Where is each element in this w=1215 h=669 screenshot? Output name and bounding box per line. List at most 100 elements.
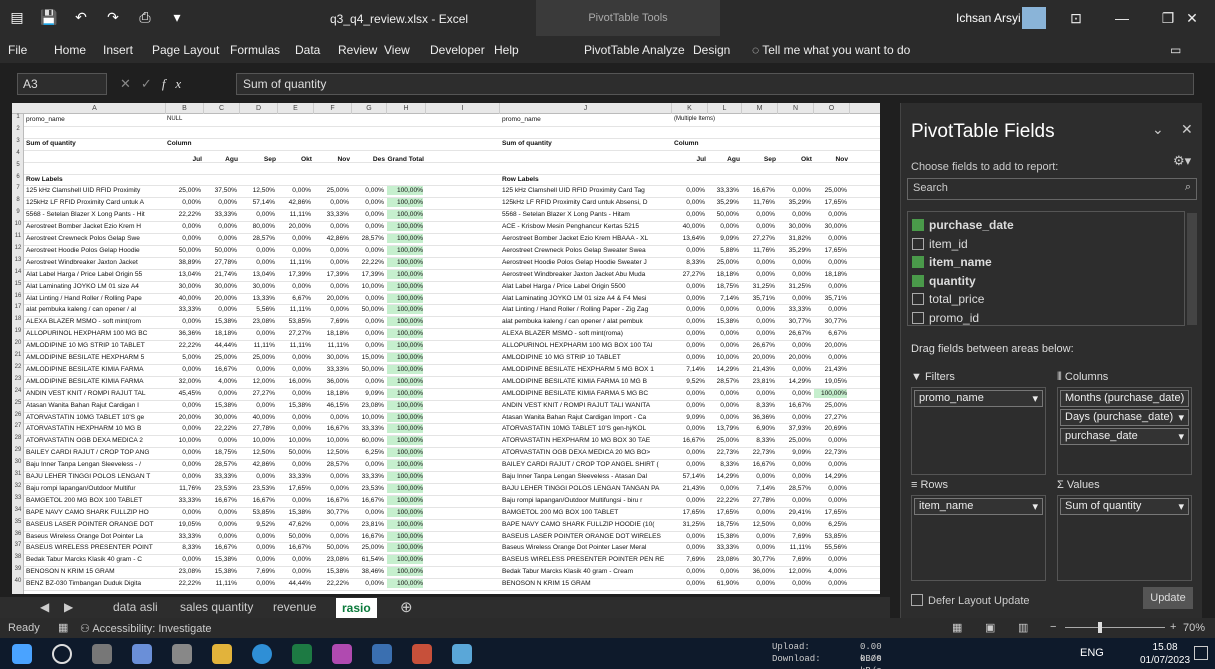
pivot-value-cell[interactable]: 0,00%	[166, 460, 201, 469]
pivot-value-cell[interactable]: 25,00%	[778, 436, 811, 445]
pivot-value-cell[interactable]: 50,00%	[166, 246, 201, 255]
pivot-value-cell[interactable]: 33,33%	[278, 472, 311, 481]
function-icon[interactable]: fx	[162, 76, 191, 91]
pivot-value-cell[interactable]: 28,57%	[204, 460, 237, 469]
pivot-value-cell[interactable]: 8,33%	[708, 460, 739, 469]
pivot-row-label[interactable]: BENZ BZ-030 Timbangan Duduk Digita	[26, 579, 166, 588]
prev-sheet-icon[interactable]: ◀	[40, 600, 49, 614]
excel-taskbar-icon[interactable]	[292, 644, 312, 664]
pivot-row-label[interactable]: Aerostreet Bomber Jacket Ezio Krem HBAAA…	[502, 234, 672, 243]
pivot-value-cell[interactable]: 0,00%	[240, 401, 275, 410]
pivot-value-cell[interactable]: 0,00%	[314, 413, 349, 422]
pivot-value-cell[interactable]: 100,00%	[387, 317, 423, 327]
pivot-value-cell[interactable]: 16,00%	[278, 377, 311, 386]
pivot-value-cell[interactable]: 0,00%	[814, 353, 847, 362]
pivot-value-cell[interactable]: 0,00%	[314, 520, 349, 529]
worksheet-grid[interactable]: ABCDEFGHIJKLMNO 1 2 3 4 5 6 7 8 9 10 11 12 13 14 15 16 1…	[12, 103, 880, 594]
pivot-row-label[interactable]: BAILEY CARDI RAJUT / CROP TOP ANG	[26, 448, 166, 457]
pivot-row-label[interactable]: AMLODIPINE 10 MG STRIP 10 TABLET	[502, 353, 672, 362]
pivot-value-cell[interactable]: 0,00%	[778, 472, 811, 481]
pivot-month-header[interactable]: Sep	[240, 155, 276, 164]
pivot-value-cell[interactable]: 8,33%	[166, 543, 201, 552]
pivot-value-cell[interactable]: 15,38%	[204, 567, 237, 576]
pivot-row-label[interactable]: 125 kHz Clamshell UID RFID Proximity Car…	[502, 186, 672, 195]
pivot-row-label[interactable]: Alat Laminating JOYKO LM 01 size A4 & F4…	[502, 294, 672, 303]
pivot-value-cell[interactable]: 17,65%	[672, 508, 705, 517]
pivot-row-label[interactable]: Alat Linting / Hand Roller / Rolling Pap…	[26, 294, 166, 303]
pivot-row-label[interactable]: ATORVASTATIN OGB DEXA MEDICA 2	[26, 436, 166, 445]
column-header-f[interactable]: F	[314, 103, 352, 114]
pivot-value-cell[interactable]: 100,00%	[387, 305, 423, 315]
pivot-value-cell[interactable]: 35,29%	[708, 198, 739, 207]
row-header[interactable]: 5	[12, 162, 24, 168]
pivot-row-label[interactable]: Alat Label Harga / Price Label Origin 55…	[502, 282, 672, 291]
pivot-value-cell[interactable]: 0,00%	[314, 198, 349, 207]
field-chip-values[interactable]: Sum of quantity ▾	[1060, 498, 1189, 515]
pivot-value-cell[interactable]: 0,00%	[278, 365, 311, 374]
language-indicator[interactable]: ENG	[1080, 647, 1104, 659]
pivot-value-cell[interactable]: 37,93%	[778, 424, 811, 433]
field-list-scrollbar[interactable]	[1187, 213, 1197, 325]
pivot-value-cell[interactable]: 0,00%	[742, 579, 775, 588]
close-icon[interactable]: ✕	[1169, 0, 1215, 36]
pivot-value-cell[interactable]: 0,00%	[672, 532, 705, 541]
pivot-row-label[interactable]: BAMGETOL 200 MG BOX 100 TABLET	[502, 508, 672, 517]
pivot-value-cell[interactable]: 0,00%	[778, 270, 811, 279]
pivot-value-cell[interactable]: 0,00%	[742, 222, 775, 231]
pivot-value-cell[interactable]: 7,69%	[672, 555, 705, 564]
pivot-value-cell[interactable]: 17,65%	[814, 508, 847, 517]
pivot-value-cell[interactable]: 10,00%	[314, 436, 349, 445]
pivot-row-label[interactable]: ALLOPURINOL HEXPHARM 100 MG BC	[26, 329, 166, 338]
pivot-value-cell[interactable]: 8,33%	[742, 436, 775, 445]
pivot-value-cell[interactable]: 100,00%	[387, 234, 423, 243]
pivot-value-cell[interactable]: 7,14%	[672, 365, 705, 374]
pivot-value-cell[interactable]: 30,00%	[204, 413, 237, 422]
minimize-icon[interactable]: —	[1099, 0, 1145, 36]
pivot-value-cell[interactable]: 57,14%	[672, 472, 705, 481]
pivot-value-cell[interactable]: 40,00%	[240, 413, 275, 422]
pivot-month-header[interactable]: Grand Total	[387, 155, 424, 164]
column-header-n[interactable]: N	[778, 103, 814, 114]
pivot-value-cell[interactable]: 21,74%	[204, 270, 237, 279]
pivot-value-cell[interactable]: 100,00%	[387, 424, 423, 434]
pivot-value-cell[interactable]: 13,33%	[240, 294, 275, 303]
row-header[interactable]: 40	[12, 578, 24, 584]
pivot-value-cell[interactable]: 33,33%	[166, 496, 201, 505]
pivot-column-labels[interactable]: Column	[167, 139, 203, 148]
row-header[interactable]: 25	[12, 400, 24, 406]
pivot-value-cell[interactable]: 0,00%	[814, 305, 847, 314]
pivot-value-cell[interactable]: 33,33%	[352, 424, 384, 433]
pivot-row-label[interactable]: BAJU LEHER TINGGI POLOS LENGAN TANGAN PA	[502, 484, 672, 493]
pivot-value-cell[interactable]: 20,00%	[166, 413, 201, 422]
row-header[interactable]: 38	[12, 554, 24, 560]
pivot-value-cell[interactable]: 0,00%	[204, 305, 237, 314]
pivot-value-cell[interactable]: 22,22%	[166, 210, 201, 219]
pivot-value-cell[interactable]: 0,00%	[314, 222, 349, 231]
customize-toolbar-icon[interactable]: ▾	[168, 9, 186, 26]
pivot-value-cell[interactable]: 80,00%	[240, 222, 275, 231]
cancel-icon[interactable]: ✕	[120, 76, 141, 91]
pivot-value-cell[interactable]: 15,38%	[204, 317, 237, 326]
pivot-value-cell[interactable]: 8,33%	[742, 401, 775, 410]
pivot-value-cell[interactable]: 15,38%	[314, 567, 349, 576]
pivot-value-cell[interactable]: 30,77%	[314, 508, 349, 517]
pivot-value-cell[interactable]: 27,27%	[814, 413, 847, 422]
pivot-value-cell[interactable]: 0,00%	[778, 294, 811, 303]
pivot-value-cell[interactable]: 31,25%	[742, 282, 775, 291]
pivot-value-cell[interactable]: 11,11%	[204, 579, 237, 588]
pivot-value-cell[interactable]: 0,00%	[278, 424, 311, 433]
row-header[interactable]: 24	[12, 388, 24, 394]
pivot-value-cell[interactable]: 19,05%	[814, 377, 847, 386]
pivot-value-cell[interactable]: 0,00%	[352, 377, 384, 386]
column-header-c[interactable]: C	[204, 103, 240, 114]
pivot-value-cell[interactable]: 10,00%	[166, 436, 201, 445]
pivot-value-cell[interactable]: 0,00%	[814, 496, 847, 505]
pivot-row-label[interactable]: Aerostreet Crewneck Polos Gelap Sweater …	[502, 246, 672, 255]
pivot-value-cell[interactable]: 11,11%	[314, 341, 349, 350]
pivot-value-cell[interactable]: 20,00%	[778, 353, 811, 362]
save-icon[interactable]: 💾	[40, 9, 58, 26]
pivot-value-cell[interactable]: 0,00%	[672, 448, 705, 457]
column-header-k[interactable]: K	[672, 103, 708, 114]
row-header[interactable]: 36	[12, 531, 24, 537]
pivot-value-cell[interactable]: 100,00%	[387, 222, 423, 232]
